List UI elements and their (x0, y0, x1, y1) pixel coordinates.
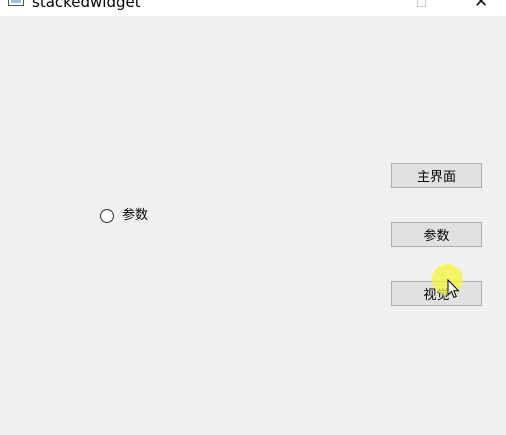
view-button[interactable]: 视觉 (391, 281, 482, 306)
window-title: stackedwidget (32, 0, 141, 11)
app-icon (8, 0, 24, 6)
params-button[interactable]: 参数 (391, 222, 482, 247)
close-icon: ✕ (474, 0, 489, 12)
radio-label: 参数 (122, 208, 149, 223)
main-window: stackedwidget ✕ 参数 主界面 参数 视觉 (0, 0, 506, 435)
close-button[interactable]: ✕ (460, 0, 506, 16)
params-radio[interactable]: 参数 (100, 207, 148, 225)
radio-indicator[interactable] (100, 209, 114, 223)
main-page-button[interactable]: 主界面 (391, 163, 482, 188)
title-bar: stackedwidget ✕ (0, 0, 506, 16)
maximize-icon (417, 0, 426, 7)
maximize-button[interactable] (400, 0, 446, 16)
